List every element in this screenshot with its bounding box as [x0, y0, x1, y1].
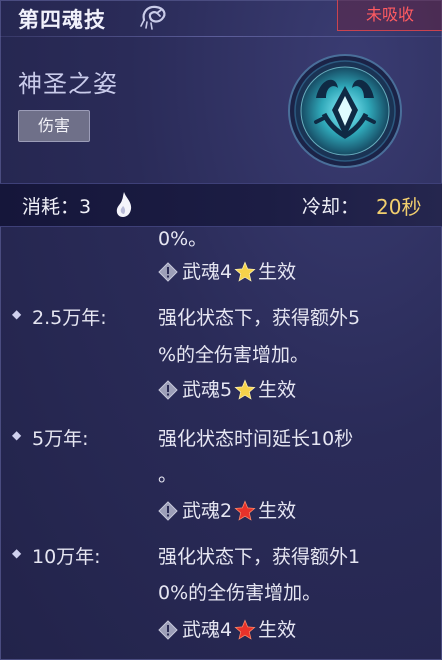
info-bar: 消耗：3 冷却： 20秒	[0, 183, 442, 227]
level-text-line: 强化状态时间延长10秒	[158, 428, 354, 450]
damage-tag: 伤害	[18, 110, 90, 142]
level-requirement: 武魂5 生效	[158, 376, 296, 404]
exclamation-diamond-icon	[158, 501, 178, 521]
skill-name: 神圣之姿	[18, 70, 118, 98]
level-text-line: 强化状态下，获得额外5	[158, 307, 361, 329]
page-title: 第四魂技	[18, 7, 106, 32]
level-text-line: 强化状态下，获得额外1	[158, 546, 361, 568]
star-icon	[234, 500, 256, 521]
header-divider	[0, 36, 442, 37]
level-requirement: 武魂4 生效	[158, 258, 296, 286]
level-year: 2.5万年:	[32, 307, 107, 329]
requirement-prefix: 武魂4	[182, 619, 233, 641]
exclamation-diamond-icon	[158, 262, 178, 282]
cooldown-value: 20秒	[376, 195, 422, 219]
status-badge: 未吸收	[337, 0, 442, 31]
bullet-icon: ◆	[12, 546, 22, 560]
level-text-line: %的全伤害增加。	[158, 344, 310, 366]
cost-label: 消耗：3	[22, 196, 92, 218]
requirement-suffix: 生效	[258, 261, 297, 283]
bullet-icon: ◆	[12, 307, 22, 321]
star-icon	[234, 619, 256, 640]
scorpion-icon	[140, 5, 166, 30]
level-text-line: 0%的全伤害增加。	[158, 582, 322, 604]
level-text-line: 。	[158, 464, 178, 486]
star-icon	[234, 379, 256, 400]
star-icon	[234, 261, 256, 282]
level-year: 5万年:	[32, 428, 89, 450]
requirement-suffix: 生效	[258, 500, 297, 522]
soul-flame-icon	[116, 192, 132, 217]
level-requirement: 武魂2 生效	[158, 497, 296, 525]
requirement-prefix: 武魂5	[182, 379, 233, 401]
requirement-prefix: 武魂2	[182, 500, 233, 522]
level-text-line: 0%。	[158, 228, 208, 250]
cooldown-label: 冷却：	[302, 196, 360, 218]
requirement-suffix: 生效	[258, 379, 297, 401]
bullet-icon: ◆	[12, 428, 22, 442]
level-requirement: 武魂4 生效	[158, 616, 296, 644]
level-year: 10万年:	[32, 546, 101, 568]
requirement-suffix: 生效	[258, 619, 297, 641]
panel-header: 第四魂技 未吸收	[0, 0, 442, 40]
requirement-prefix: 武魂4	[182, 261, 233, 283]
exclamation-diamond-icon	[158, 380, 178, 400]
skill-emblem-icon[interactable]	[286, 52, 404, 170]
exclamation-diamond-icon	[158, 620, 178, 640]
